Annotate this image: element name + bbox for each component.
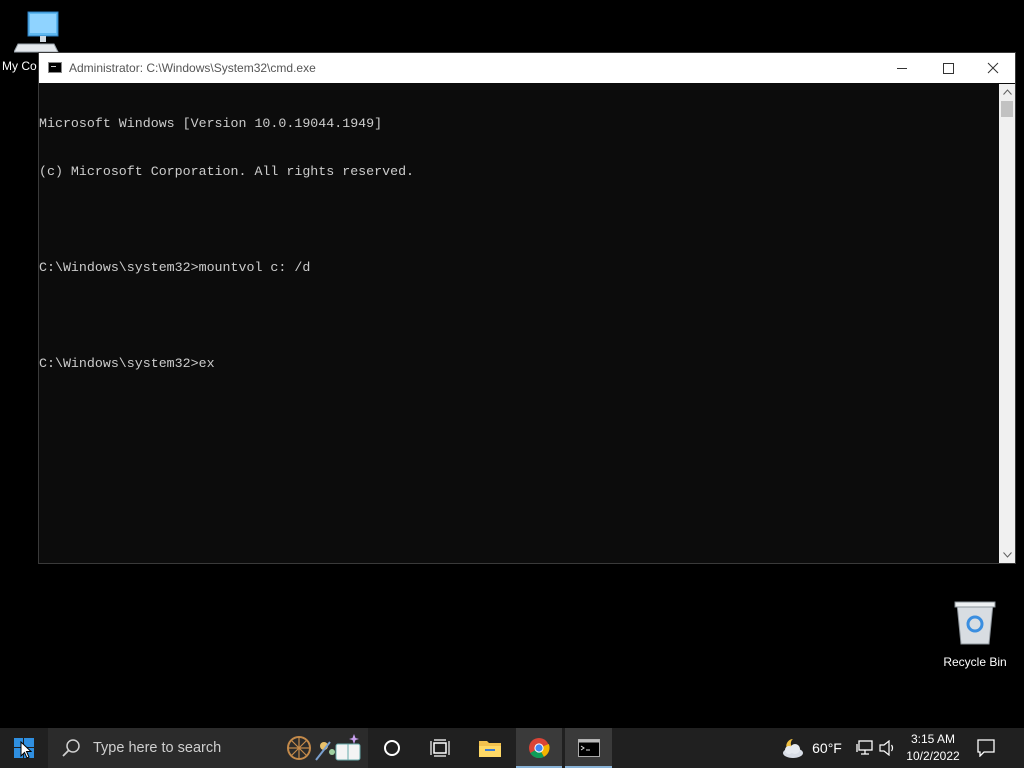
console-line: Microsoft Windows [Version 10.0.19044.19… (39, 116, 383, 131)
file-explorer-taskbar-button[interactable] (466, 728, 514, 768)
minimize-button[interactable] (879, 53, 925, 83)
recycle-bin-desktop-icon[interactable]: Recycle Bin (938, 600, 1012, 669)
search-icon (62, 739, 80, 757)
weather-widget[interactable]: 60°F (776, 728, 846, 768)
network-tray-button[interactable] (853, 728, 877, 768)
command-prompt-icon (577, 739, 600, 757)
cortana-button[interactable] (368, 728, 416, 768)
window-titlebar[interactable]: Administrator: C:\Windows\System32\cmd.e… (39, 53, 1015, 83)
chevron-up-icon (1002, 89, 1012, 95)
scroll-up-button[interactable] (999, 84, 1015, 100)
close-button[interactable] (970, 53, 1016, 83)
vertical-scrollbar[interactable] (999, 84, 1015, 563)
taskbar: Type here to search 60°F 3:15 AM 10/2/20… (0, 728, 1024, 768)
computer-icon (14, 11, 59, 53)
my-computer-label: My Co (2, 59, 37, 73)
recycle-bin-icon (954, 601, 996, 645)
command-prompt-window[interactable]: Administrator: C:\Windows\System32\cmd.e… (38, 52, 1016, 564)
clock-date: 10/2/2022 (906, 749, 960, 763)
command-prompt-taskbar-button[interactable] (565, 728, 612, 768)
console-line: (c) Microsoft Corporation. All rights re… (39, 164, 415, 179)
mouse-cursor-icon (20, 741, 32, 759)
cortana-icon (384, 740, 400, 756)
chrome-icon (529, 738, 550, 759)
start-button[interactable] (0, 728, 48, 768)
task-view-button[interactable] (416, 728, 464, 768)
chrome-taskbar-button[interactable] (516, 728, 562, 768)
volume-tray-button[interactable] (877, 728, 899, 768)
console-input-line[interactable]: C:\Windows\system32>ex (39, 356, 999, 372)
taskbar-clock[interactable]: 3:15 AM 10/2/2022 (900, 728, 966, 768)
search-placeholder: Type here to search (93, 740, 222, 756)
network-icon (856, 740, 873, 755)
close-icon (987, 62, 999, 74)
scroll-thumb[interactable] (1001, 101, 1013, 117)
cmd-app-icon (48, 62, 62, 73)
chevron-down-icon (1002, 552, 1012, 558)
search-highlight-illustration-icon (287, 734, 361, 761)
taskbar-search-box[interactable]: Type here to search (48, 728, 368, 768)
clock-time: 3:15 AM (910, 732, 956, 746)
partly-cloudy-night-icon (783, 739, 804, 758)
notification-icon (977, 739, 995, 757)
console-line: C:\Windows\system32>mountvol c: /d (39, 260, 311, 275)
file-explorer-icon (479, 741, 501, 757)
notification-center-button[interactable] (966, 728, 1006, 768)
scroll-down-button[interactable] (999, 547, 1015, 563)
window-title: Administrator: C:\Windows\System32\cmd.e… (69, 61, 316, 75)
recycle-bin-label: Recycle Bin (943, 655, 1007, 669)
maximize-button[interactable] (925, 53, 971, 83)
weather-temperature: 60°F (812, 740, 842, 756)
console-output[interactable]: Microsoft Windows [Version 10.0.19044.19… (39, 84, 999, 562)
task-view-icon (430, 739, 450, 757)
maximize-icon (942, 62, 954, 74)
minimize-icon (897, 67, 907, 69)
volume-icon (879, 740, 894, 756)
